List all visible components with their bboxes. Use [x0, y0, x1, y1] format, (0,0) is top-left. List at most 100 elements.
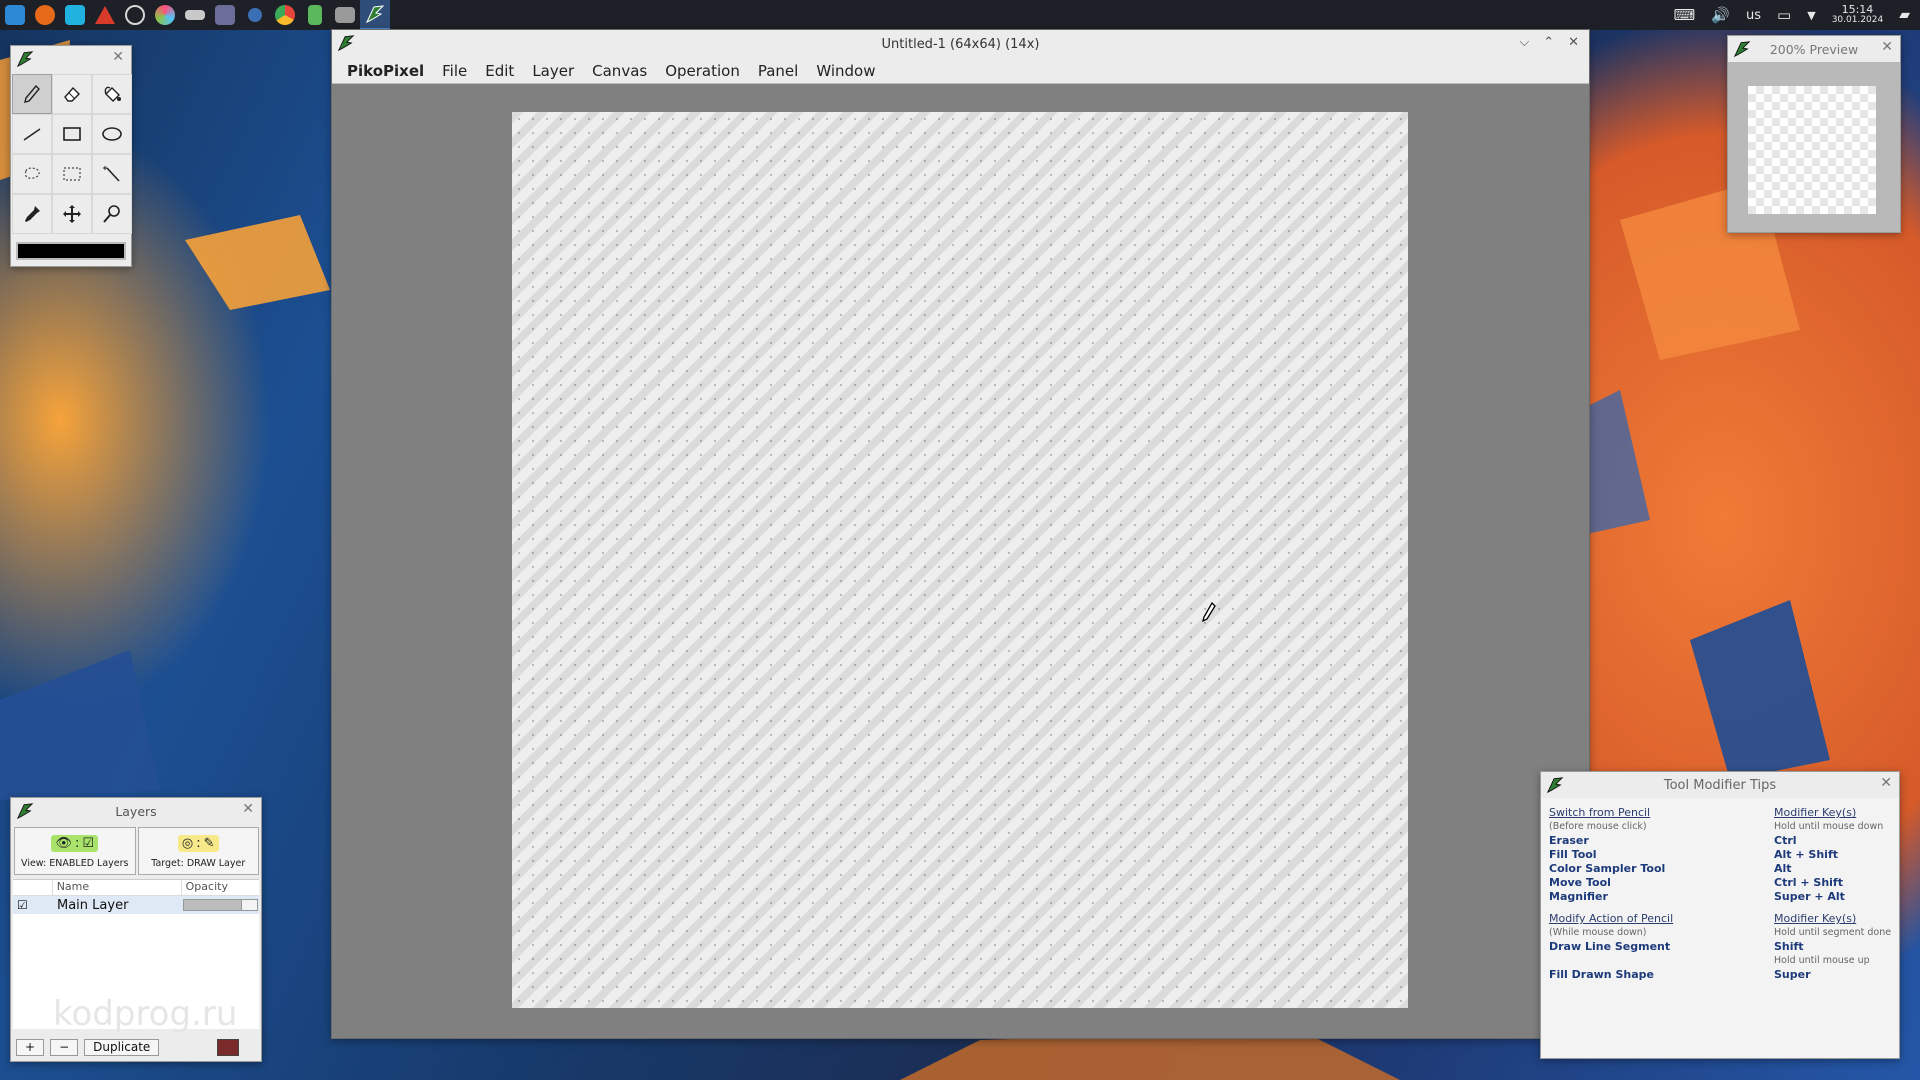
keyboard-icon[interactable]: ⌨	[1674, 6, 1696, 24]
opacity-slider-knob[interactable]	[241, 900, 255, 910]
close-icon[interactable]: ✕	[1568, 35, 1579, 50]
tools-titlebar[interactable]: ✕	[11, 46, 131, 72]
menu-file[interactable]: File	[433, 62, 476, 80]
app-circle-icon[interactable]	[120, 0, 150, 30]
add-layer-button[interactable]: +	[16, 1038, 45, 1056]
tray-expand-icon[interactable]: ▼	[1807, 9, 1815, 22]
app-red-triangle-icon[interactable]	[90, 0, 120, 30]
layer-options-icon[interactable]	[217, 1038, 239, 1056]
column-opacity[interactable]: Opacity	[182, 880, 259, 895]
layers-titlebar[interactable]: Layers ✕	[11, 798, 261, 824]
line-tool[interactable]	[12, 114, 52, 154]
modify-keys-header: Modifier Key(s)	[1774, 912, 1857, 925]
close-icon[interactable]: ✕	[1880, 775, 1892, 791]
rectangle-icon	[63, 127, 81, 141]
pencil-cursor-icon	[1202, 602, 1216, 622]
lasso-icon	[24, 167, 40, 179]
preview-image	[1748, 86, 1876, 214]
watermark-text: kodprog.ru	[53, 994, 238, 1034]
layer-opacity-slider[interactable]	[183, 899, 258, 911]
main-window: Untitled-1 (64x64) (14x) ⌵ ⌃ ✕ PikoPixel…	[331, 29, 1590, 1039]
ellipse-tool[interactable]	[92, 114, 132, 154]
remove-layer-button[interactable]: −	[50, 1038, 79, 1056]
tip-action: Fill Tool	[1549, 848, 1597, 861]
menu-layer[interactable]: Layer	[523, 62, 583, 80]
rectangle-tool[interactable]	[52, 114, 92, 154]
keyboard-layout[interactable]: us	[1746, 8, 1761, 23]
menu-window[interactable]: Window	[807, 62, 884, 80]
app-chrome-icon[interactable]	[270, 0, 300, 30]
close-icon[interactable]: ✕	[112, 49, 124, 65]
target-mode-button[interactable]: ◎: ✎ Target: DRAW Layer	[137, 827, 259, 875]
pikopixel-logo-icon	[337, 35, 355, 52]
close-icon[interactable]: ✕	[242, 801, 254, 817]
layer-enabled-checkbox[interactable]: ☑	[13, 898, 53, 912]
freeform-select-tool[interactable]	[12, 154, 52, 194]
column-name[interactable]: Name	[53, 880, 182, 895]
drawing-canvas[interactable]	[512, 112, 1408, 1008]
main-window-titlebar[interactable]: Untitled-1 (64x64) (14x) ⌵ ⌃ ✕	[332, 30, 1589, 58]
preview-window: 200% Preview ✕	[1727, 35, 1901, 233]
switch-keys-note: Hold until mouse down	[1774, 821, 1884, 832]
menu-app-name[interactable]: PikoPixel	[332, 62, 433, 80]
preview-titlebar[interactable]: 200% Preview ✕	[1728, 36, 1900, 62]
tip-keys: Alt + Shift	[1774, 848, 1838, 861]
eraser-icon	[64, 86, 80, 102]
pencil-tool[interactable]	[12, 74, 52, 114]
menu-canvas[interactable]: Canvas	[583, 62, 656, 80]
firefox-icon[interactable]	[30, 0, 60, 30]
close-icon[interactable]: ✕	[1881, 39, 1893, 55]
tip-keys: Super + Alt	[1774, 890, 1845, 903]
menu-operation[interactable]: Operation	[656, 62, 749, 80]
magnifier-tool[interactable]	[92, 194, 132, 234]
rect-select-tool[interactable]	[52, 154, 92, 194]
view-mode-button[interactable]: 👁: ☑ View: ENABLED Layers	[14, 827, 136, 875]
pencil-icon	[24, 84, 40, 103]
ellipse-icon	[102, 127, 122, 141]
menu-panel[interactable]: Panel	[749, 62, 807, 80]
current-color-swatch[interactable]	[16, 242, 126, 260]
app-launcher-icon[interactable]	[0, 0, 30, 30]
tool-modifier-tips-window: Tool Modifier Tips ✕ Switch from Pencil …	[1540, 771, 1900, 1059]
modify-note: (While mouse down)	[1549, 927, 1647, 938]
clock[interactable]: 15:14 30.01.2024	[1832, 4, 1884, 26]
notifications-icon[interactable]: ▰	[1899, 7, 1910, 23]
move-icon	[63, 205, 81, 223]
eraser-tool[interactable]	[52, 74, 92, 114]
app-s-icon[interactable]	[60, 0, 90, 30]
tip-action: Eraser	[1549, 834, 1589, 847]
tip-keys: Ctrl	[1774, 834, 1797, 847]
app-green-icon[interactable]	[300, 0, 330, 30]
tip-keys: Shift	[1774, 940, 1804, 953]
app-grid-icon[interactable]	[210, 0, 240, 30]
layer-name[interactable]: Main Layer	[53, 898, 183, 913]
display-icon[interactable]: ▭	[1777, 6, 1791, 24]
duplicate-layer-button[interactable]: Duplicate	[84, 1038, 160, 1056]
switch-keys-header: Modifier Key(s)	[1774, 806, 1857, 819]
app-mask-icon[interactable]	[180, 0, 210, 30]
menu-edit[interactable]: Edit	[476, 62, 523, 80]
switch-header: Switch from Pencil	[1549, 806, 1651, 819]
minimize-icon[interactable]: ⌵	[1519, 35, 1529, 50]
tools-palette: ✕	[10, 45, 132, 267]
move-tool[interactable]	[52, 194, 92, 234]
menu-bar: PikoPixel File Edit Layer Canvas Operati…	[332, 58, 1589, 84]
system-tray: ⌨ 🔊 us ▭ ▼ 15:14 30.01.2024 ▰	[1674, 4, 1920, 26]
table-row[interactable]: ☑ Main Layer	[13, 896, 259, 914]
app-colorball-icon[interactable]	[150, 0, 180, 30]
pikopixel-logo-icon	[1733, 41, 1751, 58]
app-files-icon[interactable]	[330, 0, 360, 30]
tip-action: Magnifier	[1549, 890, 1608, 903]
fill-tool[interactable]	[92, 74, 132, 114]
color-sampler-tool[interactable]	[12, 194, 52, 234]
volume-icon[interactable]: 🔊	[1711, 6, 1730, 24]
maximize-icon[interactable]: ⌃	[1543, 35, 1554, 50]
target-icon: ◎	[181, 836, 194, 851]
magic-wand-tool[interactable]	[92, 154, 132, 194]
pikopixel-logo-icon	[1546, 777, 1564, 794]
modify-header: Modify Action of Pencil	[1549, 912, 1674, 925]
tips-titlebar[interactable]: Tool Modifier Tips ✕	[1541, 772, 1899, 798]
pikopixel-task-icon[interactable]	[360, 0, 390, 30]
tip-keys: Ctrl + Shift	[1774, 876, 1843, 889]
app-blue-circle-icon[interactable]	[240, 0, 270, 30]
